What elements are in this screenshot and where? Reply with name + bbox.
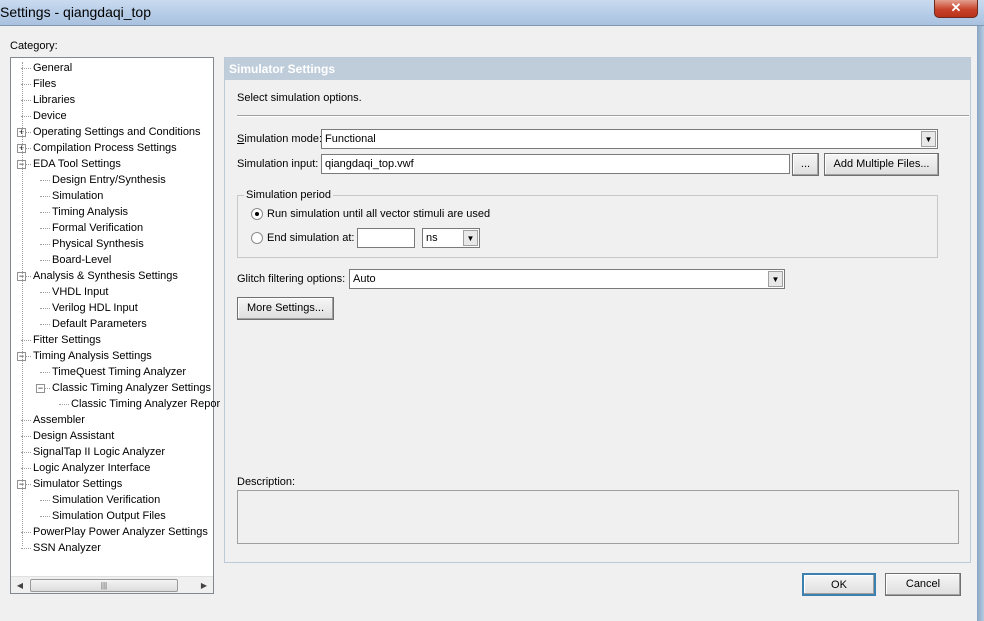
chevron-down-icon[interactable]: ▼ [768,271,783,287]
category-label: Category: [10,40,58,52]
tree-item[interactable]: Operating Settings and Conditions [33,124,201,140]
tree-connector [40,260,50,261]
tree-connector [40,292,50,293]
simulation-input-field[interactable]: qiangdaqi_top.vwf [321,154,790,174]
time-unit-value: ns [426,232,438,244]
tree-item[interactable]: Compilation Process Settings [33,140,177,156]
tree-item[interactable]: Design Entry/Synthesis [52,172,166,188]
tree-item[interactable]: Logic Analyzer Interface [33,460,150,476]
time-unit-select[interactable]: ns ▼ [422,228,480,248]
cancel-button[interactable]: Cancel [885,573,961,596]
close-icon[interactable]: ✕ [934,0,978,18]
add-multiple-files-button[interactable]: Add Multiple Files... [824,153,939,176]
tree-item[interactable]: Simulation Output Files [52,508,166,524]
tree-connector [40,196,50,197]
tree-item[interactable]: PowerPlay Power Analyzer Settings [33,524,208,540]
tree-item[interactable]: Fitter Settings [33,332,101,348]
tree-item[interactable]: Timing Analysis [52,204,128,220]
tree-connector [40,324,50,325]
tree-item[interactable]: Simulation Verification [52,492,160,508]
tree-item[interactable]: Default Parameters [52,316,147,332]
scrollbar-thumb[interactable]: ||| [30,579,178,592]
simulation-period-label: Simulation period [244,189,333,201]
tree-item[interactable]: Classic Timing Analyzer Repor [71,396,220,412]
end-simulation-label[interactable]: End simulation at: [267,232,354,244]
tree-connector [40,180,50,181]
tree-item[interactable]: VHDL Input [52,284,108,300]
tree-connector [40,500,50,501]
tree-item[interactable]: Device [33,108,67,124]
tree-connector [22,62,23,546]
tree-item[interactable]: Assembler [33,412,85,428]
tree-item[interactable]: EDA Tool Settings [33,156,121,172]
separator [237,115,969,117]
window-title: Settings - qiangdaqi_top [0,4,151,20]
tree-connector [21,548,31,549]
collapse-icon[interactable]: − [36,384,45,393]
glitch-filtering-select[interactable]: Auto ▼ [349,269,785,289]
window-border [977,26,984,621]
simulation-input-label: Simulation input: [237,158,319,170]
tree-item[interactable]: Files [33,76,56,92]
tree-connector [40,244,50,245]
glitch-filtering-value: Auto [353,273,376,285]
tree-item[interactable]: Verilog HDL Input [52,300,138,316]
chevron-down-icon[interactable]: ▼ [463,230,478,246]
tree-item[interactable]: Simulation [52,188,103,204]
horizontal-scrollbar[interactable]: ◀ ||| ▶ [11,576,213,593]
description-label: Description: [237,476,296,488]
tree-item[interactable]: Board-Level [52,252,111,268]
end-simulation-radio[interactable] [251,232,263,244]
intro-text: Select simulation options. [237,92,362,104]
tree-item[interactable]: Analysis & Synthesis Settings [33,268,178,284]
tree-item[interactable]: Timing Analysis Settings [33,348,152,364]
run-until-stimuli-radio[interactable] [251,208,263,220]
simulation-mode-value: Functional [325,133,376,145]
tree-connector [59,404,69,405]
tree-item[interactable]: Simulator Settings [33,476,122,492]
panel-header: Simulator Settings [225,58,970,80]
tree-item[interactable]: Physical Synthesis [52,236,144,252]
tree-connector [40,212,50,213]
tree-item[interactable]: Classic Timing Analyzer Settings [52,380,211,396]
tree-item[interactable]: Formal Verification [52,220,143,236]
title-bar: Settings - qiangdaqi_top ✕ [0,0,984,26]
scroll-left-icon[interactable]: ◀ [13,579,27,592]
category-tree[interactable]: ◀ ||| ▶ General Files Libraries Device + Oper… [10,57,220,594]
tree-connector [40,516,50,517]
tree-item[interactable]: General [33,60,72,76]
run-until-stimuli-label[interactable]: Run simulation until all vector stimuli … [267,208,490,220]
tree-item[interactable]: SSN Analyzer [33,540,101,556]
chevron-down-icon[interactable]: ▼ [921,131,936,147]
tree-item[interactable]: Design Assistant [33,428,114,444]
simulation-period-group [237,195,938,258]
tree-connector [40,308,50,309]
tree-item[interactable]: Libraries [33,92,75,108]
simulation-mode-label: Simulation mode: [237,133,322,145]
simulation-input-value: qiangdaqi_top.vwf [325,158,414,170]
tree-item[interactable]: SignalTap II Logic Analyzer [33,444,165,460]
simulation-mode-select[interactable]: Functional ▼ [321,129,938,149]
tree-connector [40,228,50,229]
ok-button[interactable]: OK [802,573,876,596]
tree-connector [40,372,50,373]
more-settings-button[interactable]: More Settings... [237,297,334,320]
browse-button[interactable]: ... [792,153,819,176]
scroll-right-icon[interactable]: ▶ [197,579,211,592]
description-box [237,490,959,544]
tree-item[interactable]: TimeQuest Timing Analyzer [52,364,186,380]
glitch-filtering-label: Glitch filtering options: [237,273,346,285]
end-time-input[interactable] [357,228,415,248]
